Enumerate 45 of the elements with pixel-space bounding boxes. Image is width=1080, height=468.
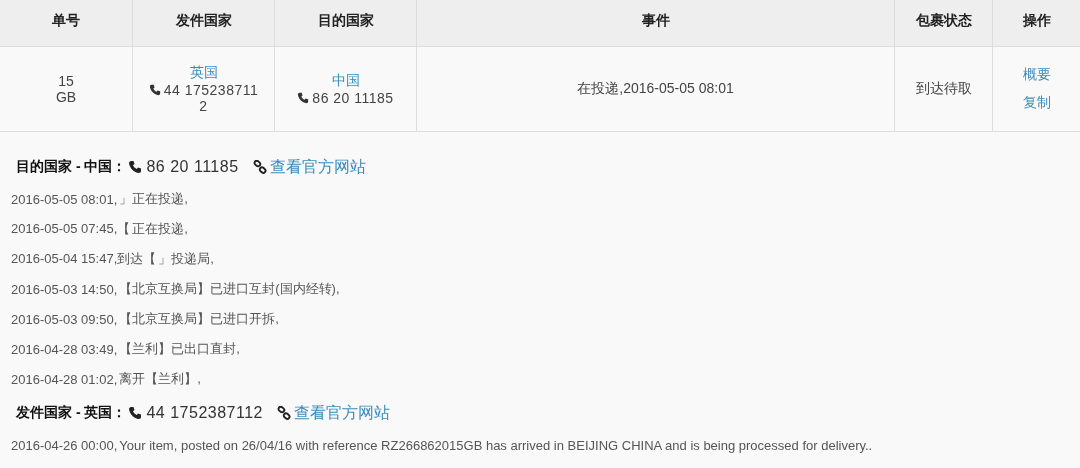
event-time: 2016-04-28 03:49, <box>11 341 118 357</box>
event-text: 【北京互换局】已进口开拆, <box>119 310 279 328</box>
phone-icon <box>148 84 161 96</box>
phone-number: 44 1752387112 <box>146 404 263 422</box>
column-header: 事件 <box>417 0 895 46</box>
event-time: 2016-05-04 15:47,到达【 <box>11 250 157 268</box>
event-time: 2016-05-05 08:01, <box>11 191 118 207</box>
link-icon <box>252 160 267 174</box>
event-text: Your item, posted on 26/04/16 with reference RZ266862015GB has arrived in BEIJING CHINA and is being processed for delivery.. <box>119 437 873 453</box>
link-icon <box>277 406 291 420</box>
phone-icon <box>128 160 143 174</box>
tracking-number: 15 <box>58 73 74 89</box>
status-text: 到达待取 <box>915 80 972 98</box>
event-time: 2016-05-03 14:50, <box>11 281 118 297</box>
tracking-number: GB <box>55 89 77 105</box>
event-text: 【兰利】已出口直封, <box>119 340 240 358</box>
column-header: 操作 <box>1021 11 1052 30</box>
phone-number: 86 20 11185 <box>146 158 239 176</box>
phone-icon <box>128 406 143 420</box>
section-heading: 发件国家 - 英国： <box>16 404 127 422</box>
official-site-link[interactable]: 查看官方网站 <box>269 156 366 178</box>
event-time: 2016-04-28 01:02, <box>11 371 118 387</box>
action-link[interactable]: 复制 <box>1022 94 1051 112</box>
official-site-link[interactable]: 查看官方网站 <box>294 402 390 424</box>
event-time: 2016-05-05 07:45,【 <box>11 220 131 238</box>
event-text: 【北京互换局】已进口互封(国内经转), <box>119 280 340 298</box>
phone-number: 44 175238711 <box>163 82 259 98</box>
event-text: 正在投递, <box>132 220 188 238</box>
phone-icon <box>297 92 310 104</box>
event-text: 」投递局, <box>158 250 214 268</box>
country-link[interactable]: 英国 <box>189 64 218 82</box>
phone-number: 2 <box>199 98 208 114</box>
event-text: 」正在投递, <box>119 190 188 208</box>
phone-number: 86 20 11185 <box>312 90 394 106</box>
action-link[interactable]: 概要 <box>1022 66 1051 84</box>
event-text: 离开【兰利】, <box>119 370 201 388</box>
column-header: 单号 <box>0 0 133 46</box>
event-text: 在投递,2016-05-05 08:01 <box>577 80 734 98</box>
column-header: 目的国家 <box>275 0 417 46</box>
section-heading: 目的国家 - 中国： <box>16 158 127 176</box>
column-header: 包裹状态 <box>895 0 993 46</box>
event-time: 2016-04-26 00:00, <box>11 437 118 453</box>
column-header: 发件国家 <box>133 0 275 46</box>
country-link[interactable]: 中国 <box>331 72 360 90</box>
event-time: 2016-05-03 09:50, <box>11 311 118 327</box>
